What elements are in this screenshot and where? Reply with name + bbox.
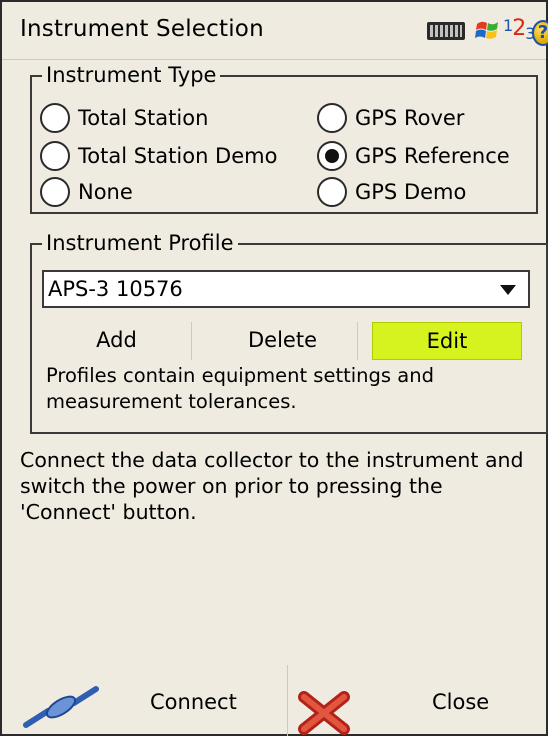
radio-label: GPS Rover [355, 106, 465, 130]
input-mode-123-icon[interactable]: 123 [503, 16, 535, 43]
instrument-type-legend: Instrument Type [42, 62, 221, 88]
profile-dropdown-value: APS-3 10576 [48, 277, 183, 301]
radio-label: GPS Demo [355, 180, 467, 204]
radio-circle[interactable] [40, 103, 70, 133]
add-button[interactable]: Add [42, 322, 192, 360]
radio-gps-reference[interactable]: GPS Reference [317, 141, 510, 171]
radio-circle[interactable] [40, 141, 70, 171]
radio-total-station[interactable]: Total Station [40, 103, 208, 133]
close-button[interactable]: Close [432, 690, 489, 714]
windows-flag-icon[interactable] [473, 16, 503, 46]
profile-note: Profiles contain equipment settings and … [46, 364, 434, 413]
close-icon[interactable] [298, 691, 350, 735]
instrument-profile-legend: Instrument Profile [42, 230, 238, 256]
edit-button[interactable]: Edit [372, 322, 522, 360]
profile-dropdown[interactable]: APS-3 10576 [42, 270, 530, 308]
radio-circle[interactable] [40, 177, 70, 207]
page-title: Instrument Selection [20, 16, 264, 42]
chevron-down-icon[interactable] [500, 285, 516, 295]
radio-label: Total Station Demo [78, 144, 278, 168]
radio-circle[interactable] [317, 177, 347, 207]
radio-gps-rover[interactable]: GPS Rover [317, 103, 464, 133]
connect-button[interactable]: Connect [150, 690, 237, 714]
instrument-selection-window: Instrument Selection 123 ? Instrument Ty… [0, 0, 548, 736]
connect-instructions: Connect the data collector to the instru… [20, 448, 524, 524]
radio-circle[interactable] [317, 103, 347, 133]
radio-label: None [78, 180, 133, 204]
radio-label: Total Station [78, 106, 209, 130]
radio-gps-demo[interactable]: GPS Demo [317, 177, 466, 207]
delete-button[interactable]: Delete [208, 322, 358, 360]
help-icon[interactable]: ? [532, 20, 548, 46]
instrument-profile-group: Instrument Profile APS-3 10576 Add Delet… [30, 230, 548, 434]
title-bar: Instrument Selection 123 ? [2, 2, 548, 60]
radio-circle-selected[interactable] [317, 141, 347, 171]
bottom-bar: Connect Close [2, 665, 546, 736]
radio-total-station-demo[interactable]: Total Station Demo [40, 141, 277, 171]
connect-cable-icon[interactable] [22, 685, 100, 729]
radio-none[interactable]: None [40, 177, 133, 207]
keyboard-icon[interactable] [427, 22, 465, 40]
bottom-divider [287, 665, 288, 736]
instrument-type-group: Instrument Type Total Station GPS Rover … [30, 62, 538, 214]
radio-label: GPS Reference [355, 144, 510, 168]
